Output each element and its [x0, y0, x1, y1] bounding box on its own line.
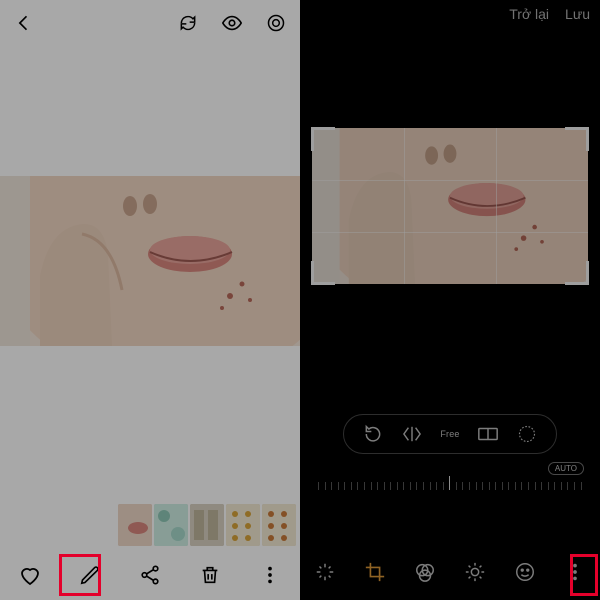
- crop-handle[interactable]: [311, 127, 335, 130]
- thumbnail-strip[interactable]: [118, 504, 296, 546]
- magic-button[interactable]: [310, 557, 340, 587]
- back-button[interactable]: [10, 9, 38, 37]
- delete-button[interactable]: [196, 561, 224, 589]
- crop-tab[interactable]: [360, 557, 390, 587]
- share-button[interactable]: [136, 561, 164, 589]
- rotation-ruler[interactable]: AUTO: [318, 468, 582, 490]
- visibility-icon[interactable]: [218, 9, 246, 37]
- crop-handle[interactable]: [311, 282, 335, 285]
- thumbnail[interactable]: [154, 504, 188, 546]
- editor-more-button[interactable]: [560, 557, 590, 587]
- thumbnail[interactable]: [226, 504, 260, 546]
- adjust-tab[interactable]: [460, 557, 490, 587]
- bottom-action-bar: [0, 550, 300, 600]
- editor-save-button[interactable]: Lưu: [565, 6, 590, 22]
- aspect-button[interactable]: [474, 420, 502, 448]
- rotate-button[interactable]: [359, 420, 387, 448]
- crop-handle[interactable]: [311, 261, 314, 285]
- favorite-button[interactable]: [16, 561, 44, 589]
- free-ratio-button[interactable]: Free: [436, 420, 464, 448]
- more-button[interactable]: [256, 561, 284, 589]
- thumbnail[interactable]: [118, 504, 152, 546]
- lens-icon[interactable]: [262, 9, 290, 37]
- flip-button[interactable]: [398, 420, 426, 448]
- thumbnail[interactable]: [262, 504, 296, 546]
- sync-icon[interactable]: [174, 9, 202, 37]
- thumbnail[interactable]: [190, 504, 224, 546]
- photo-editor-pane: Trở lại Lưu: [300, 0, 600, 600]
- face-photo-svg: [0, 176, 300, 346]
- gallery-viewer-pane: [0, 0, 300, 600]
- sticker-tab[interactable]: [510, 557, 540, 587]
- shape-button[interactable]: [513, 420, 541, 448]
- edit-button[interactable]: [76, 561, 104, 589]
- editor-back-button[interactable]: Trở lại: [509, 6, 549, 22]
- editor-bottom-bar: [300, 550, 600, 594]
- filter-tab[interactable]: [410, 557, 440, 587]
- crop-handle[interactable]: [586, 127, 589, 151]
- crop-canvas[interactable]: [312, 128, 588, 284]
- crop-handle[interactable]: [586, 261, 589, 285]
- crop-handle[interactable]: [311, 127, 314, 151]
- auto-pill[interactable]: AUTO: [548, 462, 584, 475]
- crop-toolbar: Free: [343, 414, 557, 454]
- face-photo-svg: [312, 128, 588, 284]
- main-photo[interactable]: [0, 176, 300, 346]
